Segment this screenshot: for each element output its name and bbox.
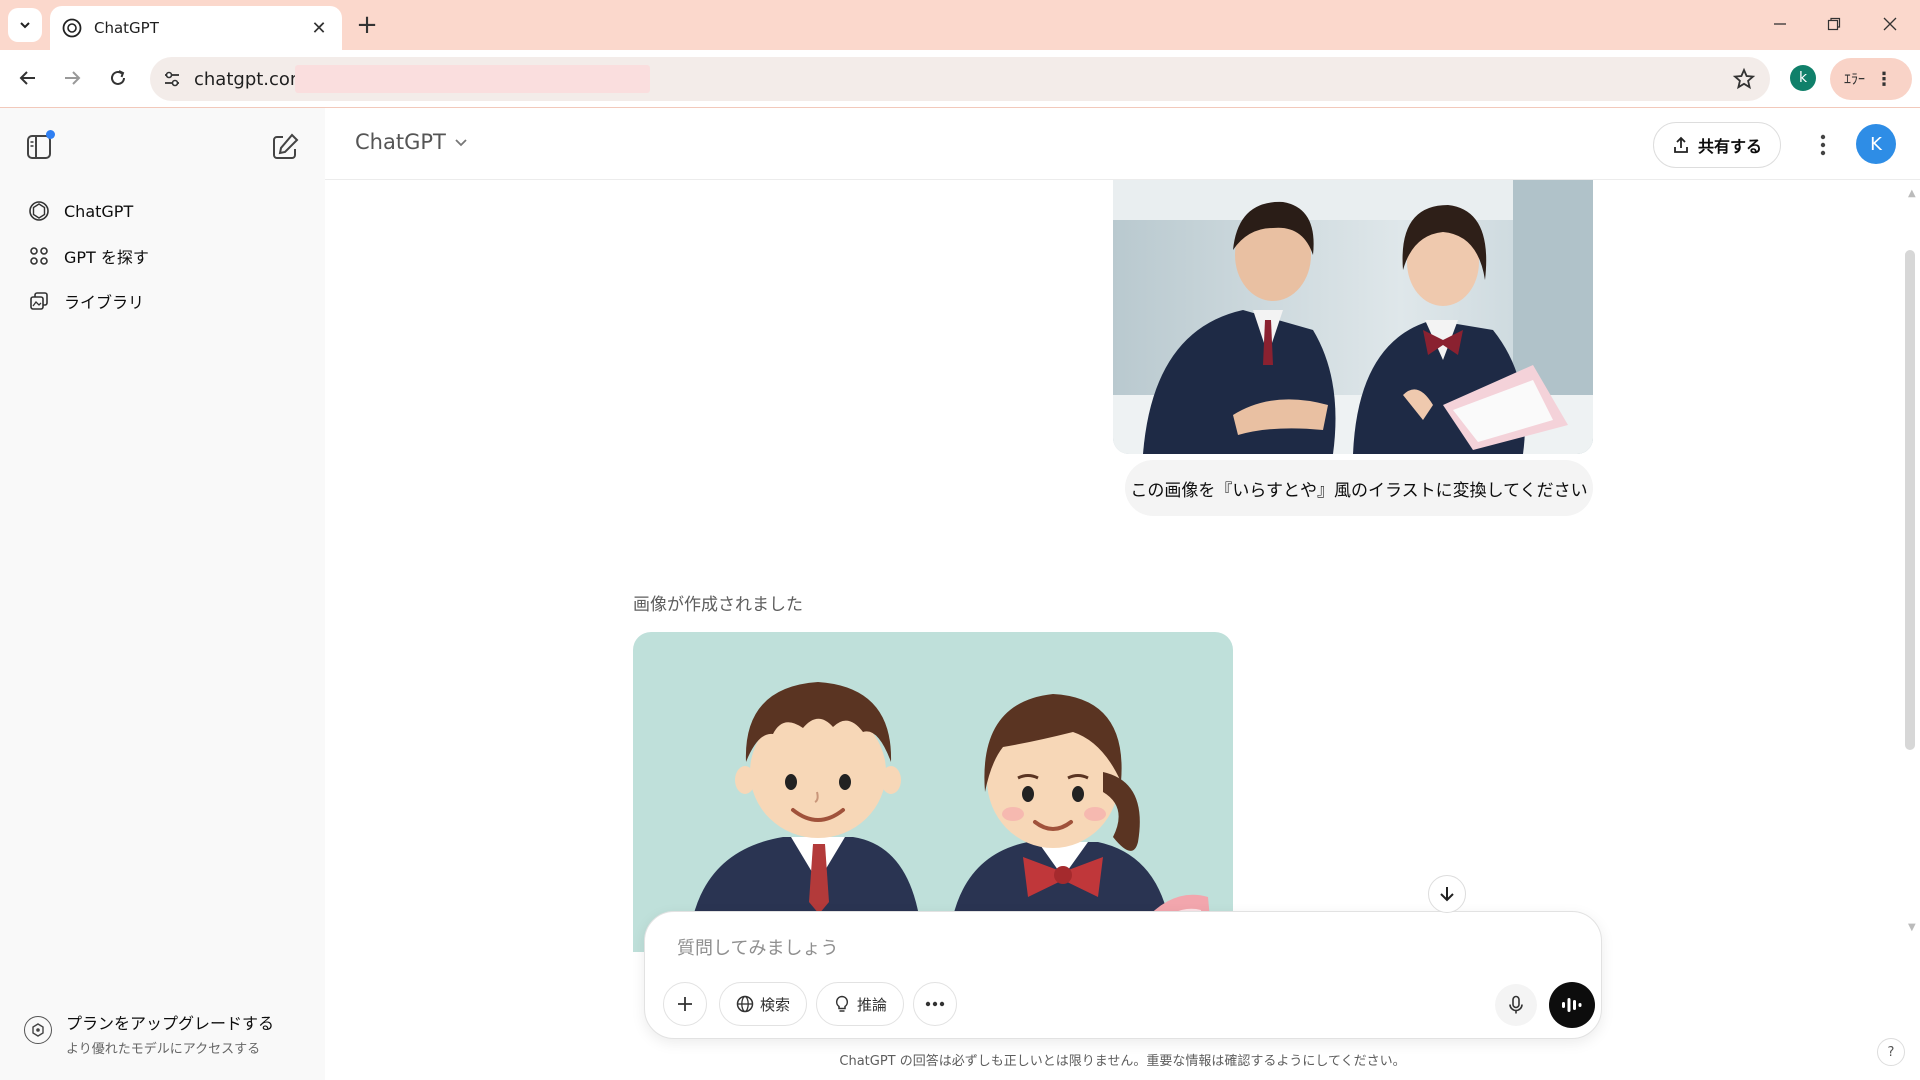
user-message-bubble: この画像を『いらすとや』風のイラストに変換してください [1125, 460, 1593, 516]
address-bar[interactable]: chatgpt.com/ [150, 57, 1770, 101]
upgrade-plan-button[interactable]: プランをアップグレードする より優れたモデルにアクセスする [24, 1010, 314, 1060]
new-tab-button[interactable]: + [352, 10, 382, 40]
more-vert-icon: ⋮ [1875, 68, 1893, 90]
chevron-down-icon [20, 22, 30, 29]
attach-button[interactable] [663, 982, 707, 1026]
arrow-right-icon [65, 71, 81, 85]
share-label: 共有する [1697, 137, 1762, 156]
browser-error-menu-button[interactable]: ｴﾗｰ ⋮ [1830, 58, 1912, 100]
model-selector[interactable]: ChatGPT [355, 130, 468, 154]
minimize-icon [1774, 23, 1786, 25]
plus-icon [678, 997, 692, 1011]
bookmark-star-icon[interactable] [1732, 67, 1756, 91]
sidebar: ChatGPT GPT を探す ライブラリ プランをアップグレードする より優れ… [0, 108, 325, 1080]
message-composer: 検索 推論 [644, 911, 1602, 1039]
sidebar-item-label: GPT を探す [64, 248, 149, 267]
user-uploaded-photo[interactable] [1113, 180, 1593, 454]
upgrade-subtitle: より優れたモデルにアクセスする [66, 1042, 261, 1057]
lightbulb-icon [835, 995, 849, 1012]
sidebar-item-explore-gpts[interactable]: GPT を探す [16, 236, 308, 276]
scroll-up-arrow-icon[interactable]: ▲ [1908, 188, 1916, 199]
disclaimer-text: ChatGPT の回答は必ずしも正しいとは限りません。重要な情報は確認するように… [839, 1054, 1406, 1069]
sidebar-item-chatgpt[interactable]: ChatGPT [16, 191, 308, 231]
tab-search-button[interactable] [8, 8, 42, 42]
more-options-button[interactable] [1808, 130, 1838, 160]
tab-title: ChatGPT [94, 19, 159, 37]
scrollbar-thumb[interactable] [1905, 250, 1915, 750]
upgrade-icon [24, 1016, 52, 1044]
site-settings-button[interactable] [150, 57, 194, 101]
microphone-icon [1509, 995, 1523, 1014]
chat-main: ChatGPT 共有する K この画像を『いらすとや』風のイラストに変換してくだ… [325, 108, 1920, 1080]
generated-illustration[interactable] [633, 632, 1233, 952]
browser-profile-avatar[interactable]: k [1790, 65, 1816, 91]
error-chip-label: ｴﾗｰ [1844, 72, 1865, 88]
sidebar-item-label: ChatGPT [64, 201, 134, 221]
user-avatar[interactable]: K [1856, 124, 1896, 164]
search-button[interactable]: 検索 [719, 982, 807, 1026]
more-horiz-icon [925, 1001, 945, 1007]
chevron-down-icon [455, 139, 467, 147]
forward-button[interactable] [54, 60, 90, 96]
more-tools-button[interactable] [913, 982, 957, 1026]
assistant-status-text: 画像が作成されました [633, 595, 803, 615]
scroll-to-bottom-button[interactable] [1428, 875, 1466, 913]
reload-button[interactable] [100, 60, 136, 96]
student-photo-image [1113, 180, 1593, 454]
irasutoya-style-illustration [633, 632, 1233, 952]
globe-icon [736, 995, 754, 1013]
back-button[interactable] [10, 60, 46, 96]
upgrade-title: プランをアップグレードする [66, 1014, 275, 1033]
grid-dots-icon [30, 247, 48, 265]
openai-logo-icon [62, 18, 82, 38]
chat-header: ChatGPT 共有する K [325, 108, 1920, 180]
search-label: 検索 [759, 995, 790, 1014]
minimize-button[interactable] [1752, 0, 1808, 48]
message-input[interactable] [677, 934, 1557, 962]
share-icon [1674, 136, 1688, 153]
scroll-down-arrow-icon[interactable]: ▼ [1908, 922, 1916, 933]
new-chat-icon[interactable] [268, 130, 302, 164]
reason-button[interactable]: 推論 [816, 982, 904, 1026]
dictate-button[interactable] [1495, 984, 1537, 1026]
reason-label: 推論 [856, 995, 887, 1014]
close-icon [1883, 17, 1897, 31]
restore-button[interactable] [1806, 0, 1862, 48]
tune-icon [165, 71, 179, 87]
help-button[interactable]: ? [1877, 1038, 1905, 1066]
openai-logo-icon [29, 201, 49, 221]
redacted-url-area [295, 65, 650, 93]
model-name: ChatGPT [355, 130, 446, 154]
notification-dot [46, 130, 55, 139]
more-vert-icon [1820, 134, 1826, 156]
restore-icon [1827, 17, 1841, 31]
sidebar-item-library[interactable]: ライブラリ [16, 281, 308, 321]
arrow-left-icon [19, 71, 35, 85]
window-close-button[interactable] [1862, 0, 1918, 48]
voice-waveform-icon [1562, 998, 1582, 1012]
sidebar-item-label: ライブラリ [64, 293, 145, 312]
voice-mode-button[interactable] [1549, 982, 1595, 1028]
close-icon[interactable]: ✕ [308, 17, 330, 39]
arrow-down-icon [1440, 887, 1454, 902]
share-button[interactable]: 共有する [1653, 122, 1781, 168]
browser-toolbar: chatgpt.com/ k ｴﾗｰ ⋮ [0, 50, 1920, 108]
browser-tab-bar: ChatGPT ✕ + [0, 0, 1920, 50]
library-icon [30, 292, 48, 310]
reload-icon [111, 70, 125, 85]
browser-tab[interactable]: ChatGPT ✕ [50, 6, 342, 50]
